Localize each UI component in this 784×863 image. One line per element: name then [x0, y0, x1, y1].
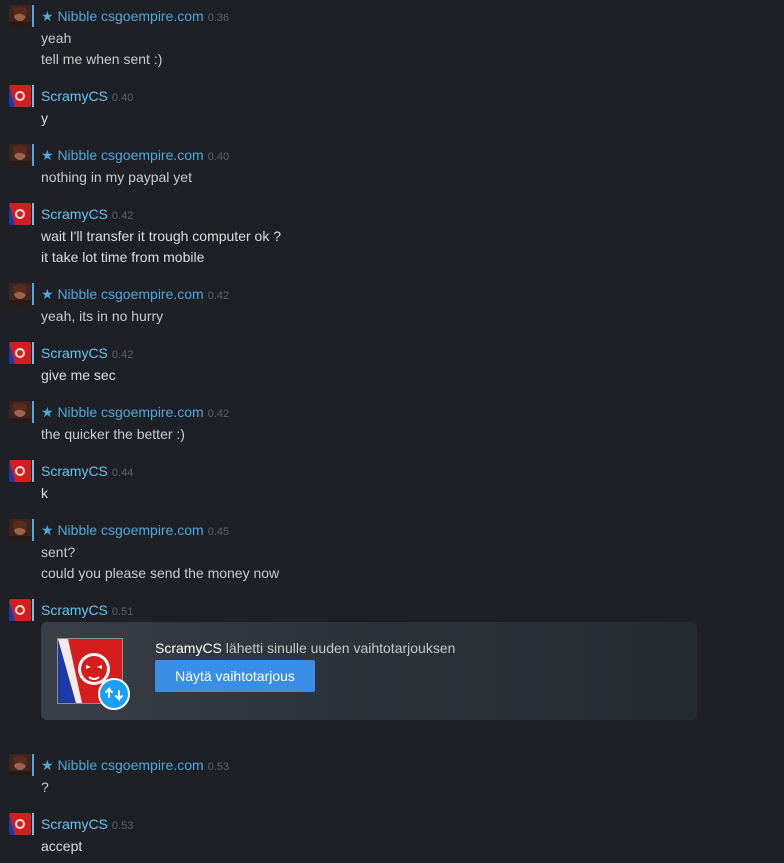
- avatar[interactable]: [9, 283, 31, 305]
- trade-offer-sender[interactable]: ScramyCS: [155, 640, 222, 656]
- message-text: yeah, its in no hurry: [41, 308, 164, 324]
- avatar[interactable]: [9, 342, 31, 364]
- online-indicator: [32, 5, 34, 27]
- view-trade-offer-button[interactable]: Näytä vaihtotarjous: [155, 660, 315, 692]
- message-timestamp: 0.44: [111, 467, 134, 479]
- message-timestamp: 0.42: [207, 290, 230, 302]
- message-text: k: [41, 485, 48, 501]
- avatar[interactable]: [9, 813, 31, 835]
- sender-name[interactable]: ★ Nibble csgoempire.com: [41, 757, 204, 773]
- avatar[interactable]: [9, 519, 31, 541]
- message-text: y: [41, 110, 48, 126]
- message-timestamp: 0.40: [207, 151, 230, 163]
- trade-offer-card: ScramyCS lähetti sinulle uuden vaihtotar…: [41, 622, 697, 720]
- online-indicator: [32, 754, 34, 776]
- sender-name[interactable]: ★ Nibble csgoempire.com: [41, 147, 204, 163]
- online-indicator: [32, 599, 34, 621]
- online-indicator: [32, 203, 34, 225]
- sender-name[interactable]: ScramyCS: [41, 345, 108, 361]
- sender-name[interactable]: ★ Nibble csgoempire.com: [41, 522, 204, 538]
- message-timestamp: 0.40: [111, 92, 134, 104]
- message-text: wait I'll transfer it trough computer ok…: [41, 228, 281, 244]
- sender-name[interactable]: ScramyCS: [41, 816, 108, 832]
- trade-offer-text: ScramyCS lähetti sinulle uuden vaihtotar…: [155, 640, 455, 656]
- message-text: tell me when sent :): [41, 51, 163, 67]
- message-text: sent?: [41, 544, 76, 560]
- message-timestamp: 0.42: [111, 210, 134, 222]
- message-text: ?: [41, 779, 49, 795]
- sender-name[interactable]: ★ Nibble csgoempire.com: [41, 404, 204, 420]
- sender-name[interactable]: ★ Nibble csgoempire.com: [41, 8, 204, 24]
- avatar[interactable]: [9, 203, 31, 225]
- sender-name[interactable]: ScramyCS: [41, 463, 108, 479]
- sender-name[interactable]: ScramyCS: [41, 602, 108, 618]
- message-text: give me sec: [41, 367, 116, 383]
- message-text: could you please send the money now: [41, 565, 280, 581]
- message-text: yeah: [41, 30, 72, 46]
- avatar[interactable]: [9, 460, 31, 482]
- message-text: accept: [41, 838, 83, 854]
- message-text: nothing in my paypal yet: [41, 169, 192, 185]
- chat-log: ★ Nibble csgoempire.com 0.36 yeah tell me…: [0, 0, 784, 863]
- message-timestamp: 0.45: [207, 526, 230, 538]
- online-indicator: [32, 342, 34, 364]
- online-indicator: [32, 144, 34, 166]
- online-indicator: [32, 519, 34, 541]
- trade-arrows-icon: [98, 678, 130, 710]
- online-indicator: [32, 401, 34, 423]
- message-timestamp: 0.42: [207, 408, 230, 420]
- online-indicator: [32, 460, 34, 482]
- sender-name[interactable]: ★ Nibble csgoempire.com: [41, 286, 204, 302]
- message-timestamp: 0.51: [111, 606, 134, 618]
- online-indicator: [32, 283, 34, 305]
- message-timestamp: 0.36: [207, 12, 230, 24]
- trade-offer-message: lähetti sinulle uuden vaihtotarjouksen: [221, 640, 456, 656]
- avatar[interactable]: [9, 754, 31, 776]
- message-text: the quicker the better :): [41, 426, 185, 442]
- message-timestamp: 0.53: [207, 761, 230, 773]
- avatar[interactable]: [9, 85, 31, 107]
- avatar[interactable]: [9, 599, 31, 621]
- avatar[interactable]: [9, 401, 31, 423]
- sender-name[interactable]: ScramyCS: [41, 206, 108, 222]
- message-timestamp: 0.42: [111, 349, 134, 361]
- avatar[interactable]: [9, 144, 31, 166]
- online-indicator: [32, 813, 34, 835]
- message-text: it take lot time from mobile: [41, 249, 205, 265]
- message-timestamp: 0.53: [111, 820, 134, 832]
- avatar[interactable]: [9, 5, 31, 27]
- online-indicator: [32, 85, 34, 107]
- sender-name[interactable]: ScramyCS: [41, 88, 108, 104]
